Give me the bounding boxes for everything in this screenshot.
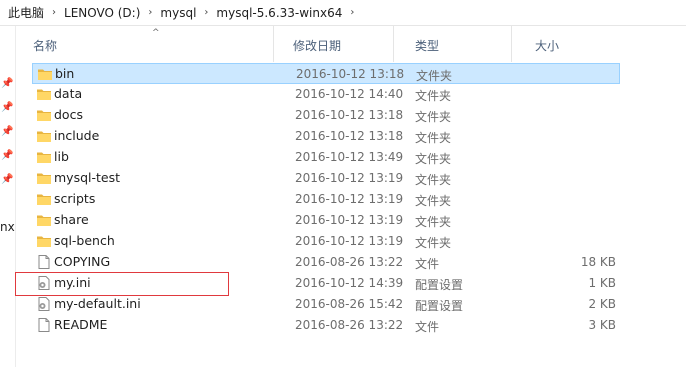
pin-icon[interactable]: 📌	[1, 150, 13, 162]
file-row[interactable]: docs 2016-10-12 13:18 文件夹	[32, 105, 620, 126]
file-name: sql-bench	[54, 233, 115, 248]
pin-icon[interactable]: 📌	[1, 102, 13, 114]
file-type: 文件夹	[415, 215, 452, 229]
pin-icon[interactable]: 📌	[1, 174, 13, 186]
file-row[interactable]: data 2016-10-12 14:40 文件夹	[32, 84, 620, 105]
file-name: docs	[54, 107, 83, 122]
file-row[interactable]: sql-bench 2016-10-12 13:19 文件夹	[32, 231, 620, 252]
file-name: scripts	[54, 191, 96, 206]
file-icon	[36, 254, 52, 270]
folder-icon	[36, 149, 52, 165]
file-name: mysql-test	[54, 170, 121, 185]
file-type: 文件夹	[415, 173, 452, 187]
breadcrumb: 此电脑 › LENOVO (D:) › mysql › mysql-5.6.33…	[0, 0, 686, 26]
file-size: 3 KB	[588, 318, 616, 332]
file-row[interactable]: README 2016-08-26 13:22 文件 3 KB	[32, 315, 620, 336]
file-row[interactable]: lib 2016-10-12 13:49 文件夹	[32, 147, 620, 168]
file-explorer-window: 此电脑 › LENOVO (D:) › mysql › mysql-5.6.33…	[0, 0, 686, 367]
file-name: lib	[54, 149, 69, 164]
file-date: 2016-10-12 13:49	[295, 150, 404, 164]
breadcrumb-drive[interactable]: LENOVO (D:)	[62, 6, 142, 20]
file-name: share	[54, 212, 89, 227]
file-type: 文件夹	[415, 89, 452, 103]
file-date: 2016-08-26 15:42	[295, 297, 404, 311]
breadcrumb-mysql-version[interactable]: mysql-5.6.33-winx64	[214, 6, 344, 20]
file-type: 文件夹	[415, 152, 452, 166]
file-type: 配置设置	[415, 278, 464, 292]
folder-icon	[37, 66, 53, 82]
file-type: 文件夹	[415, 110, 452, 124]
file-row[interactable]: COPYING 2016-08-26 13:22 文件 18 KB	[32, 252, 620, 273]
column-size[interactable]: 大小	[512, 26, 612, 62]
chevron-right-icon[interactable]: ›	[142, 7, 158, 18]
file-name: include	[54, 128, 100, 143]
file-row[interactable]: scripts 2016-10-12 13:19 文件夹	[32, 189, 620, 210]
file-row[interactable]: share 2016-10-12 13:19 文件夹	[32, 210, 620, 231]
column-name-label: 名称	[33, 39, 58, 53]
file-date: 2016-10-12 13:19	[295, 234, 404, 248]
file-date: 2016-08-26 13:22	[295, 318, 404, 332]
column-date-label: 修改日期	[293, 39, 342, 53]
file-date: 2016-10-12 14:40	[295, 87, 404, 101]
file-date: 2016-08-26 13:22	[295, 255, 404, 269]
file-date: 2016-10-12 13:18	[295, 129, 404, 143]
file-date: 2016-10-12 13:18	[295, 108, 404, 122]
folder-icon	[36, 86, 52, 102]
file-row[interactable]: include 2016-10-12 13:18 文件夹	[32, 126, 620, 147]
folder-icon	[36, 212, 52, 228]
pin-icon[interactable]: 📌	[1, 78, 13, 90]
file-size: 18 KB	[580, 255, 616, 269]
file-type: 文件夹	[415, 236, 452, 250]
nav-item-label[interactable]: nx	[0, 220, 15, 234]
file-date: 2016-10-12 13:19	[295, 192, 404, 206]
file-type: 文件夹	[415, 194, 452, 208]
file-type: 文件	[415, 257, 440, 271]
file-name: README	[54, 317, 108, 332]
navigation-pane: 📌 📌 📌 📌 📌 nx	[0, 26, 16, 367]
column-type[interactable]: 类型	[394, 26, 512, 62]
file-name: COPYING	[54, 254, 111, 269]
file-name: my-default.ini	[54, 296, 141, 311]
highlight-box	[15, 272, 229, 296]
file-size: 2 KB	[588, 297, 616, 311]
folder-icon	[36, 170, 52, 186]
breadcrumb-mysql[interactable]: mysql	[158, 6, 198, 20]
chevron-right-icon[interactable]: ›	[344, 7, 360, 18]
chevron-right-icon[interactable]: ›	[198, 7, 214, 18]
config-file-icon	[36, 296, 52, 312]
folder-icon	[36, 128, 52, 144]
file-icon	[36, 317, 52, 333]
file-type: 配置设置	[415, 299, 464, 313]
column-type-label: 类型	[415, 39, 440, 53]
file-date: 2016-10-12 13:18	[296, 67, 405, 81]
file-date: 2016-10-12 14:39	[295, 276, 404, 290]
file-row[interactable]: mysql-test 2016-10-12 13:19 文件夹	[32, 168, 620, 189]
chevron-right-icon[interactable]: ›	[46, 7, 62, 18]
file-name: bin	[55, 66, 75, 81]
folder-icon	[36, 233, 52, 249]
breadcrumb-this-pc[interactable]: 此电脑	[6, 4, 46, 21]
file-date: 2016-10-12 13:19	[295, 171, 404, 185]
file-size: 1 KB	[588, 276, 616, 290]
folder-icon	[36, 107, 52, 123]
file-type: 文件夹	[415, 131, 452, 145]
file-date: 2016-10-12 13:19	[295, 213, 404, 227]
file-type: 文件夹	[416, 69, 453, 83]
pin-icon[interactable]: 📌	[1, 126, 13, 138]
column-date[interactable]: 修改日期	[274, 26, 394, 62]
file-row[interactable]: bin 2016-10-12 13:18 文件夹	[32, 63, 620, 84]
file-type: 文件	[415, 320, 440, 334]
file-name: data	[54, 86, 83, 101]
column-name[interactable]: 名称	[16, 26, 274, 62]
column-header: ^ 名称 修改日期 类型 大小	[16, 26, 686, 62]
folder-icon	[36, 191, 52, 207]
column-size-label: 大小	[535, 39, 560, 53]
file-row[interactable]: my-default.ini 2016-08-26 15:42 配置设置 2 KB	[32, 294, 620, 315]
